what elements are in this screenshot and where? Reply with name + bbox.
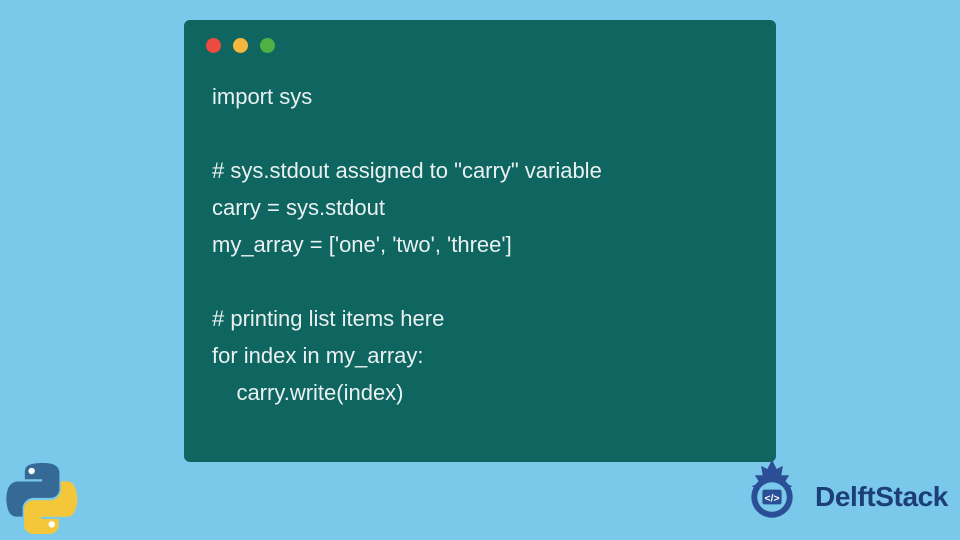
code-line: # sys.stdout assigned to "carry" variabl… [212,158,602,183]
code-line: carry = sys.stdout [212,195,385,220]
code-line: carry.write(index) [212,380,404,405]
code-window: import sys # sys.stdout assigned to "car… [184,20,776,462]
code-line: # printing list items here [212,306,444,331]
code-line: my_array = ['one', 'two', 'three'] [212,232,512,257]
code-line: import sys [212,84,312,109]
window-traffic-lights [184,20,776,65]
delftstack-brand-text: DelftStack [815,481,948,513]
python-logo-icon [6,462,78,534]
code-line: for index in my_array: [212,343,424,368]
code-block: import sys # sys.stdout assigned to "car… [184,65,776,432]
maximize-icon [260,38,275,53]
close-icon [206,38,221,53]
minimize-icon [233,38,248,53]
delftstack-emblem-icon: </> [735,460,809,534]
svg-text:</>: </> [765,493,780,504]
delftstack-brand: </> DelftStack [735,460,948,534]
